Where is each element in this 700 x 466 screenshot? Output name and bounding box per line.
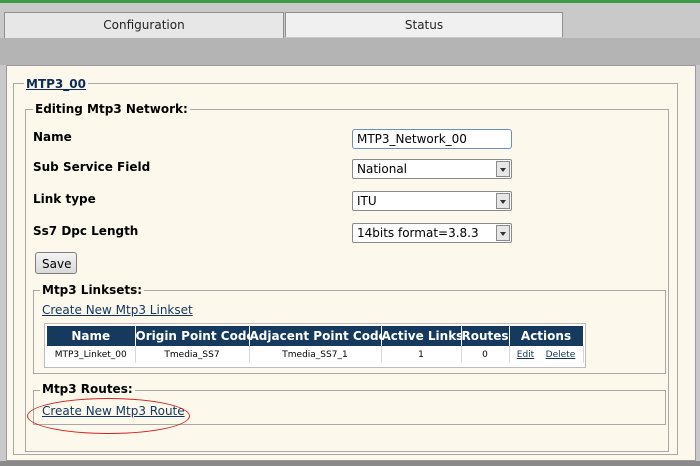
- link-type-select[interactable]: ITU: [352, 191, 512, 211]
- highlight-ellipse: [27, 398, 190, 434]
- link-type-label: Link type: [33, 192, 96, 206]
- col-actions-header: Actions: [509, 326, 584, 346]
- col-name-header: Name: [47, 326, 136, 346]
- editing-network-legend: Editing Mtp3 Network:: [33, 102, 190, 116]
- col-adjacent-header: Adjacent Point Code: [249, 326, 382, 346]
- linksets-table-wrap: Name Origin Point Code Adjacent Point Co…: [44, 323, 586, 368]
- chevron-down-icon[interactable]: [496, 161, 510, 177]
- name-label: Name: [33, 130, 72, 144]
- dpc-length-label: Ss7 Dpc Length: [33, 224, 139, 238]
- routes-legend: Mtp3 Routes:: [40, 382, 135, 396]
- cell-origin: Tmedia_SS7: [135, 346, 250, 363]
- col-routes-header: Routes: [461, 326, 510, 346]
- tab-bar: Configuration Status: [0, 3, 700, 65]
- delete-link[interactable]: Delete: [546, 350, 576, 360]
- cell-active-links: 1: [381, 346, 462, 363]
- dpc-length-value: 14bits format=3.8.3: [357, 226, 479, 240]
- sub-service-field-select[interactable]: National: [352, 159, 512, 179]
- cell-actions: Edit Delete: [509, 346, 584, 363]
- cell-adjacent: Tmedia_SS7_1: [249, 346, 382, 363]
- sub-service-field-label: Sub Service Field: [33, 160, 151, 174]
- linksets-table: Name Origin Point Code Adjacent Point Co…: [47, 326, 584, 363]
- table-header-row: Name Origin Point Code Adjacent Point Co…: [47, 326, 584, 346]
- bottom-bar: [0, 461, 700, 466]
- name-input[interactable]: [352, 129, 512, 149]
- chevron-down-icon[interactable]: [496, 225, 510, 241]
- tab-bar-fill: [0, 38, 700, 65]
- create-linkset-link[interactable]: Create New Mtp3 Linkset: [42, 303, 193, 317]
- table-row: MTP3_Linket_00 Tmedia_SS7 Tmedia_SS7_1 1…: [47, 346, 584, 363]
- network-title: MTP3_00: [24, 77, 88, 91]
- edit-link[interactable]: Edit: [517, 350, 534, 360]
- link-type-value: ITU: [357, 194, 377, 208]
- tab-configuration[interactable]: Configuration: [4, 12, 284, 38]
- tab-status[interactable]: Status: [285, 12, 563, 37]
- col-origin-header: Origin Point Code: [135, 326, 250, 346]
- cell-name: MTP3_Linket_00: [47, 346, 136, 363]
- sub-service-field-value: National: [357, 162, 408, 176]
- cell-routes: 0: [461, 346, 510, 363]
- save-button[interactable]: Save: [35, 252, 77, 274]
- chevron-down-icon[interactable]: [496, 193, 510, 209]
- linksets-legend: Mtp3 Linksets:: [40, 283, 145, 297]
- col-active-links-header: Active Links: [381, 326, 462, 346]
- dpc-length-select[interactable]: 14bits format=3.8.3: [352, 223, 512, 243]
